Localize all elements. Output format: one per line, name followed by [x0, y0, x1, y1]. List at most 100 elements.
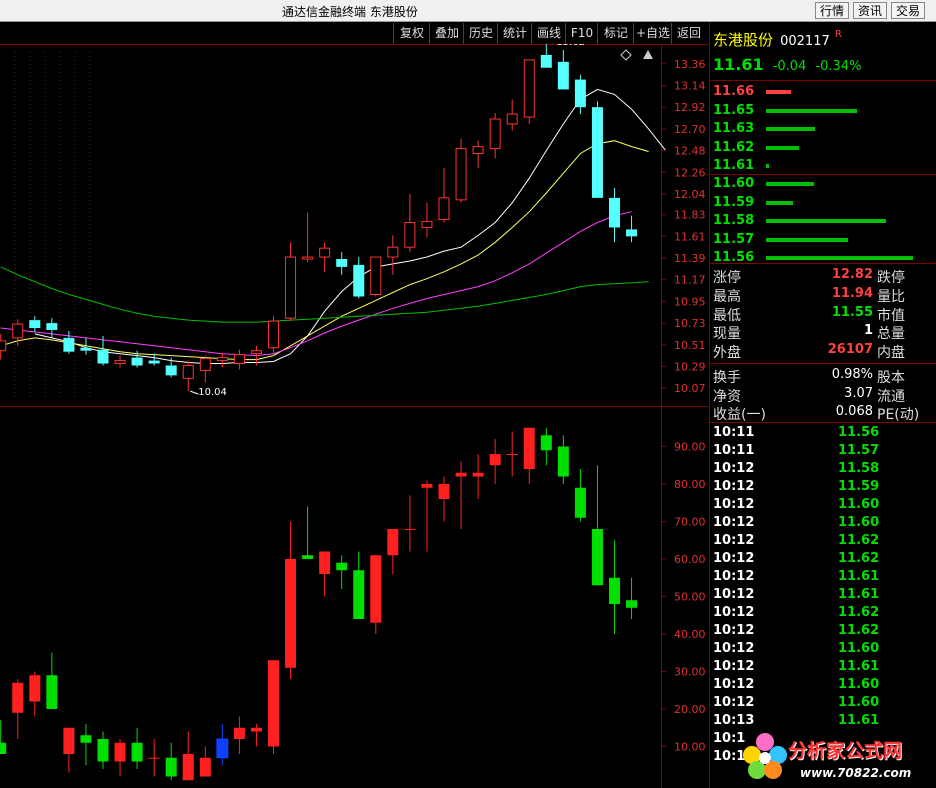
tick-price: 11.61	[838, 659, 880, 674]
bid-row[interactable]: 11.60	[713, 176, 933, 193]
quote-stat-row: 现量 1 总量	[713, 323, 935, 342]
price-candle-body	[97, 349, 109, 364]
stat-label: 换手	[713, 370, 741, 386]
annotation-high-label: 13.62	[556, 44, 585, 48]
tick-price: 11.59	[838, 479, 880, 494]
price-candle-body	[80, 347, 92, 351]
volume-bar	[766, 90, 791, 94]
tab-history[interactable]: 历史	[463, 23, 498, 44]
stock-code: 002117	[780, 34, 830, 49]
osc-candle-body	[302, 555, 314, 559]
price-tick-label: 12.48	[674, 145, 706, 158]
tick-price: 11.60	[838, 641, 880, 656]
tick-time: 10:12	[713, 641, 755, 656]
tick-row: 10:12 11.60	[713, 695, 935, 712]
osc-tick-label: 40.00	[674, 628, 706, 641]
bid-row[interactable]: 11.58	[713, 213, 933, 230]
tick-time: 10:12	[713, 587, 755, 602]
tab-back[interactable]: 返回	[671, 23, 706, 44]
osc-candle-body	[165, 757, 177, 777]
ask-row[interactable]: 11.61	[713, 158, 933, 175]
price-candle-body	[268, 320, 279, 349]
price-tick-label: 11.17	[674, 274, 706, 287]
tab-f10[interactable]: F10	[565, 23, 598, 44]
tick-time: 10:12	[713, 461, 755, 476]
tick-time: 10:12	[713, 497, 755, 512]
stat-label-2: PE(动)	[877, 407, 920, 423]
order-price: 11.62	[713, 139, 755, 155]
bid-row[interactable]: 11.56	[713, 250, 933, 267]
price-tick-label: 10.07	[674, 382, 706, 395]
price-tick-label: 10.73	[674, 317, 706, 330]
stat-value: 12.82	[831, 267, 873, 282]
price-candle-body	[182, 364, 194, 379]
osc-tick-label: 30.00	[674, 666, 706, 679]
tab-restore-rights[interactable]: 复权	[393, 23, 430, 44]
price-candle-body	[319, 247, 331, 258]
tick-row: 10:12 11.62	[713, 533, 935, 550]
tick-price: 11.58	[838, 461, 880, 476]
tick-row: 10:12 11.62	[713, 605, 935, 622]
tab-draw-line[interactable]: 画线	[531, 23, 566, 44]
tick-time: 10:12	[713, 695, 755, 710]
ask-row[interactable]: 11.66	[713, 84, 933, 101]
tick-row: 10:12 11.61	[713, 659, 935, 676]
price-candle-body	[421, 221, 433, 228]
bid-row[interactable]: 11.59	[713, 195, 933, 212]
stat-value: 11.55	[831, 304, 873, 320]
order-price: 11.60	[713, 176, 755, 191]
tab-statistics[interactable]: 统计	[497, 23, 532, 44]
order-price: 11.65	[713, 102, 755, 118]
tab-mark[interactable]: 标记	[597, 23, 634, 44]
osc-candle-body	[370, 555, 382, 623]
flower-logo-icon	[743, 733, 787, 779]
osc-candle-body	[233, 727, 245, 739]
tab-overlay[interactable]: 叠加	[429, 23, 464, 44]
volume-bar	[766, 256, 913, 260]
price-tick-label: 10.51	[674, 339, 706, 352]
tick-row: 10:12 11.62	[713, 623, 935, 640]
price-candle-body	[455, 148, 467, 201]
ask-row[interactable]: 11.62	[713, 140, 933, 157]
stat-label-2: 内盘	[877, 345, 905, 362]
price-candle-body	[131, 357, 143, 366]
order-price: 11.63	[713, 121, 755, 136]
volume-bar	[766, 200, 793, 205]
price-candle-body	[29, 320, 41, 329]
osc-candle-body	[404, 529, 416, 530]
osc-tick-label: 10.00	[674, 741, 706, 754]
bid-row[interactable]: 11.57	[713, 232, 933, 249]
price-candle-body	[370, 256, 382, 296]
osc-tick-label: 80.00	[674, 478, 706, 491]
trade-button[interactable]: 交易	[891, 2, 925, 19]
osc-candle-body	[319, 551, 331, 574]
tab-add-watchlist[interactable]: +自选	[633, 23, 672, 44]
window-title: 通达信金融终端 东港股份	[282, 5, 418, 19]
osc-candle	[268, 660, 279, 754]
tick-time: 10:12	[713, 677, 755, 692]
quote-stat-row: 最高 11.94 量比	[713, 286, 935, 305]
ask-row[interactable]: 11.65	[713, 103, 933, 120]
tick-row: 10:11 11.57	[713, 443, 935, 460]
osc-candle-body	[574, 487, 586, 518]
price-tick-label: 13.36	[674, 58, 706, 71]
price-tick-label: 11.39	[674, 252, 706, 265]
price-candle-body	[609, 197, 620, 228]
stat-label: 净资	[713, 388, 741, 405]
news-button[interactable]: 资讯	[853, 2, 887, 19]
quote-panel: 东港股份 002117 R 11.61 -0.04 -0.34% 11.66 11…	[709, 22, 936, 788]
osc-candle-body	[609, 577, 620, 604]
osc-candle-body	[472, 472, 484, 477]
price-tick-label: 12.26	[674, 166, 706, 179]
price-change: -0.04	[772, 59, 807, 74]
price-candle-body	[523, 59, 535, 118]
volume-bar	[766, 164, 769, 168]
ask-row[interactable]: 11.63	[713, 121, 933, 138]
volume-bar	[766, 108, 857, 113]
market-button[interactable]: 行情	[815, 2, 849, 19]
price-candle-body	[233, 354, 245, 365]
osc-candle-body	[97, 739, 109, 762]
osc-candle-body	[626, 600, 638, 608]
price-tick-label: 10.95	[674, 295, 706, 308]
price-candle-body	[148, 360, 160, 364]
